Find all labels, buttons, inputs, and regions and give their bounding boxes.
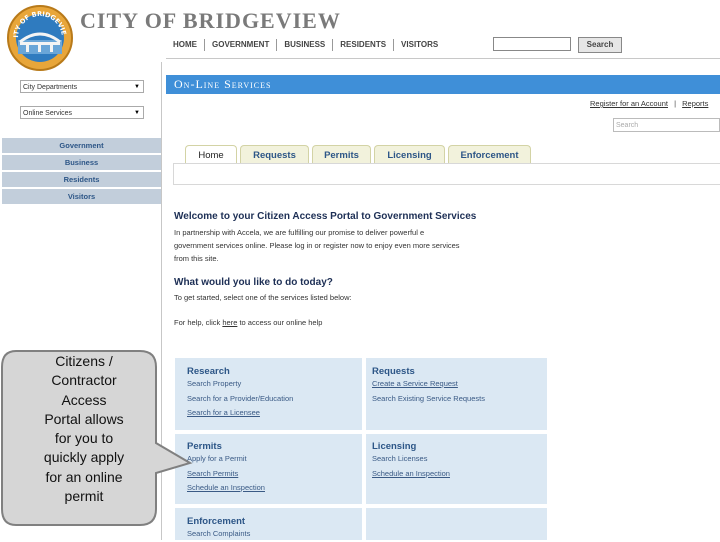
- requests-title: Requests: [372, 366, 415, 377]
- search-property-link[interactable]: Search Property: [187, 377, 362, 392]
- nav-home[interactable]: HOME: [166, 39, 205, 51]
- tab-enforcement[interactable]: Enforcement: [448, 145, 531, 163]
- chevron-down-icon: ▼: [134, 84, 140, 90]
- enforcement-title: Enforcement: [187, 516, 246, 527]
- tab-licensing[interactable]: Licensing: [374, 145, 445, 163]
- online-services-value: Online Services: [23, 110, 73, 117]
- callout-line: permit: [64, 488, 104, 505]
- search-licenses-link[interactable]: Search Licenses: [372, 452, 547, 467]
- site-search-button[interactable]: Search: [578, 37, 622, 53]
- instruction-text: To get started, select one of the servic…: [174, 293, 352, 302]
- sidebar-nav: Government Business Residents Visitors: [2, 138, 161, 206]
- nav-residents[interactable]: RESIDENTS: [333, 39, 395, 51]
- welcome-line: government services online. Please log i…: [174, 241, 460, 250]
- callout-line: quickly apply: [43, 449, 125, 466]
- tab-requests[interactable]: Requests: [240, 145, 309, 163]
- callout-line: Portal allows: [44, 410, 124, 427]
- search-complaints-link[interactable]: Search Complaints: [187, 527, 362, 542]
- licensing-panel: Licensing Search Licenses Schedule an In…: [366, 434, 547, 504]
- search-licensee-link[interactable]: Search for a Licensee: [187, 406, 362, 421]
- header-divider: [166, 58, 720, 59]
- online-services-select[interactable]: Online Services ▼: [20, 106, 144, 119]
- help-prefix: For help, click: [174, 318, 223, 327]
- help-text: For help, click here to access our onlin…: [174, 316, 322, 329]
- register-account-link[interactable]: Register for an Account: [590, 99, 668, 108]
- sidebar-item-residents[interactable]: Residents: [2, 172, 161, 189]
- welcome-line: In partnership with Accela, we are fulfi…: [174, 228, 425, 237]
- requests-panel: Requests Create a Service Request Search…: [366, 358, 547, 430]
- city-title: CITY OF BRIDGEVIEW: [80, 8, 341, 33]
- portal-search-input[interactable]: Search: [613, 118, 720, 132]
- chevron-down-icon: ▼: [134, 110, 140, 116]
- nav-business[interactable]: BUSINESS: [277, 39, 334, 51]
- tab-panel: [173, 163, 720, 185]
- apply-permit-link[interactable]: Apply for a Permit: [187, 452, 362, 467]
- tab-home[interactable]: Home: [185, 145, 237, 164]
- search-permits-link[interactable]: Search Permits: [187, 467, 362, 482]
- city-departments-value: City Departments: [23, 84, 78, 91]
- callout-line: Citizens /: [55, 353, 113, 369]
- sidebar-item-business[interactable]: Business: [2, 155, 161, 172]
- callout-text: Citizens / Contractor Access Portal allo…: [26, 352, 142, 506]
- city-logo[interactable]: CITY OF BRIDGEVIEW: [2, 0, 74, 72]
- create-service-request-link[interactable]: Create a Service Request: [372, 377, 547, 392]
- tab-permits[interactable]: Permits: [312, 145, 371, 163]
- help-link[interactable]: here: [222, 318, 237, 327]
- reports-link[interactable]: Reports: [682, 99, 708, 108]
- schedule-inspection-link[interactable]: Schedule an Inspection: [187, 481, 362, 496]
- permits-title: Permits: [187, 441, 222, 452]
- city-departments-select[interactable]: City Departments ▼: [20, 80, 144, 93]
- callout-line: for an online: [45, 468, 123, 485]
- service-tabs: Home Requests Permits Licensing Enforcem…: [185, 145, 534, 164]
- question-heading: What would you like to do today?: [174, 277, 333, 288]
- research-panel: Research Search Property Search for a Pr…: [175, 358, 362, 430]
- site-search-input[interactable]: [493, 37, 571, 51]
- callout-line: Access: [61, 391, 107, 408]
- account-links: Register for an Account | Reports: [590, 99, 708, 108]
- nav-visitors[interactable]: VISITORS: [394, 39, 445, 51]
- welcome-heading: Welcome to your Citizen Access Portal to…: [174, 211, 477, 222]
- welcome-body: In partnership with Accela, we are fulfi…: [174, 226, 554, 265]
- licensing-title: Licensing: [372, 441, 417, 452]
- sidebar-item-visitors[interactable]: Visitors: [2, 189, 161, 206]
- help-suffix: to access our online help: [237, 318, 323, 327]
- callout-line: Contractor: [51, 372, 117, 389]
- enforcement-panel: Enforcement Search Complaints: [175, 508, 362, 540]
- page-title: On-Line Services: [174, 77, 272, 91]
- sidebar-item-government[interactable]: Government: [2, 138, 161, 155]
- empty-panel: [366, 508, 547, 540]
- link-separator: |: [674, 99, 677, 108]
- research-title: Research: [187, 366, 230, 377]
- search-service-requests-link[interactable]: Search Existing Service Requests: [372, 392, 547, 407]
- callout-line: for you to: [54, 430, 114, 447]
- nav-government[interactable]: GOVERNMENT: [205, 39, 278, 51]
- permits-panel: Permits Apply for a Permit Search Permit…: [175, 434, 362, 504]
- search-provider-link[interactable]: Search for a Provider/Education: [187, 392, 362, 407]
- welcome-line: from this site.: [174, 254, 219, 263]
- top-navigation: HOME GOVERNMENT BUSINESS RESIDENTS VISIT…: [166, 36, 445, 54]
- licensing-schedule-inspection-link[interactable]: Schedule an Inspection: [372, 467, 547, 482]
